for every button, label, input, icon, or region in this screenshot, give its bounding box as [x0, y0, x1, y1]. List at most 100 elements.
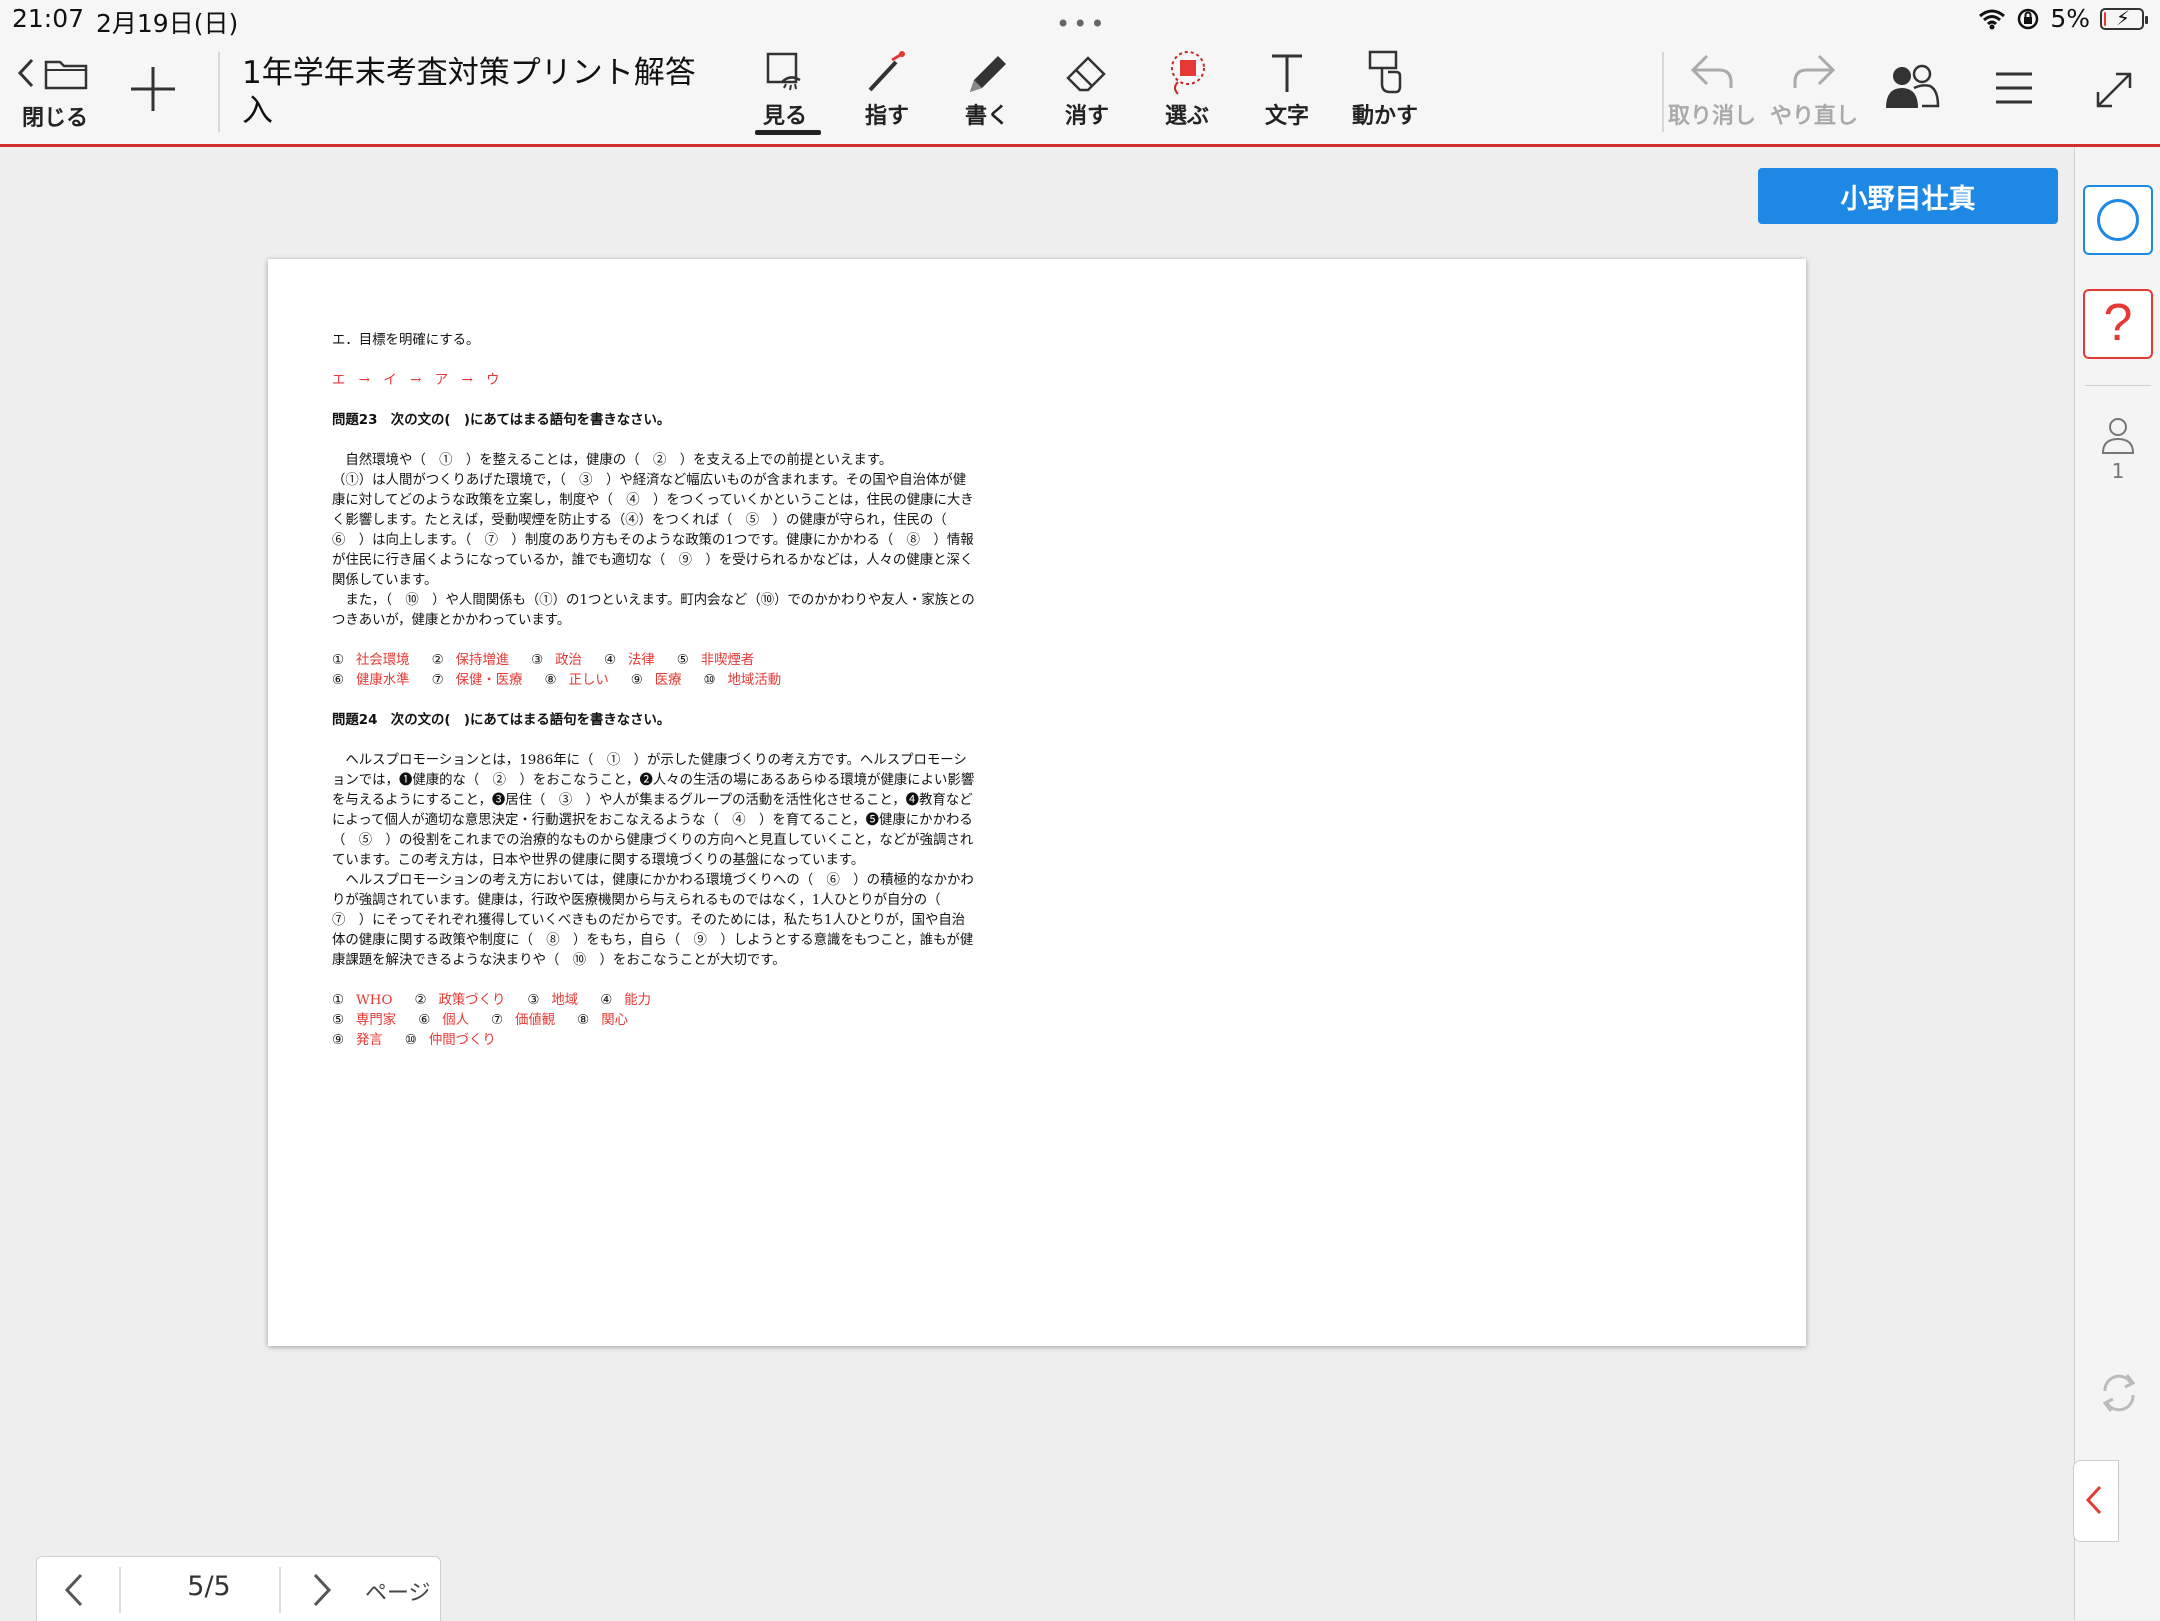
- order-answer: エ → イ → ア → ウ: [332, 373, 500, 388]
- pen-icon: [970, 56, 1006, 92]
- person-icon[interactable]: [2101, 417, 2135, 455]
- folder-icon: [44, 60, 88, 90]
- answer-item: ⑥ 個人: [418, 1013, 469, 1028]
- battery-level-fill: [2104, 11, 2106, 26]
- answer-item: ② 政策づくり: [414, 993, 506, 1008]
- status-date: 2月19日(日): [96, 9, 239, 38]
- next-page-button[interactable]: [305, 1571, 339, 1609]
- answer-item: ② 保持増進: [431, 653, 510, 668]
- pager-divider: [279, 1567, 281, 1613]
- toolbar-divider: [218, 52, 220, 132]
- answer-item: ⑤ 専門家: [332, 1013, 397, 1028]
- q23-answer-row: ⑥ 健康水準 ⑦ 保健・医療 ⑧ 正しい ⑨ 医療 ⑩ 地域活動: [332, 671, 978, 691]
- answer-item: ③ 政治: [531, 653, 582, 668]
- laser-pointer-icon: [868, 51, 905, 92]
- answer-item: ⑦ 価値観: [490, 1013, 556, 1028]
- answer-item: ⑨ 医療: [630, 673, 682, 688]
- redo-icon: [1793, 54, 1836, 88]
- tool-move-label: 動かす: [1352, 104, 1419, 129]
- collapse-panel-tab[interactable]: [2073, 1460, 2119, 1542]
- tool-point[interactable]: 指す: [862, 48, 912, 130]
- sync-icon[interactable]: [2097, 1369, 2141, 1417]
- document-content: エ．目標を明確にする。 エ → イ → ア → ウ 問題23 次の文の( )にあ…: [332, 331, 978, 1051]
- answer-item: ④ 法律: [603, 653, 655, 668]
- tool-select[interactable]: 選ぶ: [1162, 48, 1212, 130]
- undo-button[interactable]: 取り消し: [1668, 48, 1756, 130]
- pager-divider: [119, 1567, 121, 1613]
- status-bar: 21:07 2月19日(日) ••• 5% ⚡: [0, 0, 2160, 40]
- chevron-left-icon: [2085, 1485, 2102, 1515]
- q23-paragraph-3: また，（ ⑩ ）や人間関係も（①）の1つといえます。町内会など（⑩）でのかかわり…: [332, 593, 975, 628]
- tool-view-label: 見る: [762, 104, 807, 129]
- tool-move[interactable]: 動かす: [1352, 48, 1418, 130]
- user-name-button[interactable]: 小野目壮真: [1758, 168, 2058, 224]
- menu-icon[interactable]: [1994, 68, 2034, 108]
- tool-view[interactable]: 見る: [760, 48, 810, 130]
- q24-heading: 問題24 次の文の( )にあてはまる語句を書きなさい。: [332, 713, 671, 728]
- question-mark-icon: ?: [2103, 294, 2133, 352]
- answer-item: ⑩ 仲間づくり: [404, 1033, 496, 1048]
- undo-label: 取り消し: [1668, 104, 1757, 129]
- battery-percent: 5%: [2050, 4, 2090, 33]
- answer-item: ① WHO: [332, 993, 393, 1008]
- tool-text[interactable]: 文字: [1262, 48, 1312, 130]
- document-page[interactable]: エ．目標を明確にする。 エ → イ → ア → ウ 問題23 次の文の( )にあ…: [268, 259, 1806, 1346]
- page-indicator[interactable]: 5/5: [159, 1571, 259, 1602]
- q24-answer-row: ⑨ 発言 ⑩ 仲間づくり: [332, 1031, 978, 1051]
- q23-paragraph-2: （①）は人間がつくりあげた環境で，（ ③ ）や経済など幅広いものが含まれます。そ…: [332, 473, 974, 588]
- users-icon[interactable]: [1884, 62, 1940, 112]
- text-icon: [1272, 54, 1302, 92]
- q24-answer-row: ⑤ 専門家 ⑥ 個人 ⑦ 価値観 ⑧ 関心: [332, 1011, 978, 1031]
- circle-icon: [2097, 199, 2139, 241]
- q24-paragraph-1: ヘルスプロモーションとは，1986年に（ ① ）が示した健康づくりの考え方です。…: [332, 753, 975, 868]
- answer-item: ⑩ 地域活動: [703, 673, 782, 688]
- right-sidebar: ? 1: [2073, 147, 2160, 1620]
- close-label[interactable]: 閉じる: [22, 100, 88, 132]
- add-page-icon[interactable]: [128, 64, 178, 114]
- document-title: 1年学年末考査対策プリント解答入: [242, 55, 696, 129]
- page-label: ページ: [365, 1581, 431, 1606]
- answer-item: ⑧ 正しい: [544, 673, 609, 688]
- line-e: エ．目標を明確にする。: [332, 333, 480, 348]
- lasso-select-icon: [1171, 51, 1205, 95]
- answer-item: ⑧ 関心: [577, 1013, 628, 1028]
- undo-icon: [1690, 54, 1733, 88]
- toolbar: 閉じる 1年学年末考査対策プリント解答入 見る 指す 書く 消す 選ぶ 文字 動…: [0, 40, 2160, 147]
- tool-erase-label: 消す: [1064, 104, 1109, 129]
- tool-write[interactable]: 書く: [962, 48, 1012, 130]
- q24-paragraph-2: ヘルスプロモーションの考え方においては，健康にかかわる環境づくりへの（ ⑥ ）の…: [332, 873, 974, 968]
- q23-heading: 問題23 次の文の( )にあてはまる語句を書きなさい。: [332, 413, 671, 428]
- tool-write-label: 書く: [964, 104, 1009, 129]
- wifi-icon: [1979, 9, 2006, 29]
- active-tool-indicator: [755, 130, 821, 135]
- tool-erase[interactable]: 消す: [1062, 48, 1112, 130]
- expand-icon[interactable]: [2094, 70, 2134, 110]
- answer-item: ③ 地域: [527, 993, 579, 1008]
- answer-item: ⑥ 健康水準: [332, 673, 410, 688]
- orientation-lock-icon: [2018, 8, 2039, 29]
- answer-item: ① 社会環境: [332, 653, 410, 668]
- previous-page-button[interactable]: [57, 1571, 91, 1609]
- participant-count: 1: [2111, 459, 2125, 483]
- answer-item: ④ 能力: [600, 993, 651, 1008]
- view-icon: [766, 52, 801, 91]
- answer-item: ⑦ 保健・医療: [431, 673, 523, 688]
- status-time: 21:07: [12, 4, 85, 33]
- eraser-icon: [1066, 56, 1106, 92]
- tool-select-label: 選ぶ: [1164, 104, 1209, 129]
- question-button[interactable]: ?: [2083, 289, 2153, 359]
- move-icon: [1368, 50, 1402, 94]
- multitasking-dots-icon[interactable]: •••: [1056, 10, 1107, 38]
- battery-charging-icon: ⚡: [2100, 6, 2148, 30]
- answer-item: ⑤ 非喫煙者: [676, 653, 755, 668]
- toolbar-divider: [1662, 52, 1664, 132]
- q23-paragraph-1: 自然環境や（ ① ）を整えることは，健康の（ ② ）を支える上での前提といえます…: [332, 453, 893, 468]
- page-navigator: 5/5 ページ: [36, 1556, 441, 1621]
- chevron-left-icon: [17, 58, 34, 88]
- q23-answer-row: ① 社会環境 ② 保持増進 ③ 政治 ④ 法律 ⑤ 非喫煙者: [332, 651, 978, 671]
- tool-text-label: 文字: [1264, 104, 1309, 129]
- answer-item: ⑨ 発言: [332, 1033, 383, 1048]
- answer-correct-button[interactable]: [2083, 185, 2153, 255]
- q24-answer-row: ① WHO ② 政策づくり ③ 地域 ④ 能力: [332, 991, 978, 1011]
- redo-button[interactable]: やり直し: [1770, 48, 1858, 130]
